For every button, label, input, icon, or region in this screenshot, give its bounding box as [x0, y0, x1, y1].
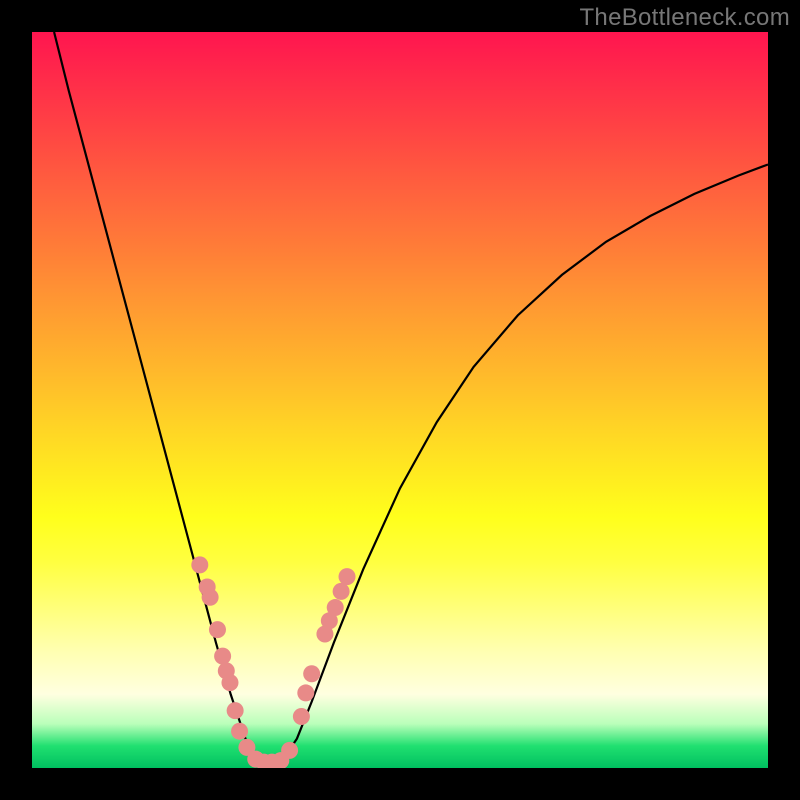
curve-left-path: [54, 32, 267, 767]
scatter-point: [281, 742, 298, 759]
scatter-dots: [191, 556, 355, 768]
chart-svg: [32, 32, 768, 768]
scatter-point: [333, 583, 350, 600]
scatter-point: [303, 665, 320, 682]
scatter-point: [202, 589, 219, 606]
chart-frame: TheBottleneck.com: [0, 0, 800, 800]
scatter-point: [191, 556, 208, 573]
scatter-point: [221, 674, 238, 691]
scatter-point: [227, 702, 244, 719]
plot-area: [32, 32, 768, 768]
scatter-point: [214, 648, 231, 665]
scatter-point: [297, 684, 314, 701]
curve-right-path: [268, 164, 768, 766]
scatter-point: [339, 568, 356, 585]
scatter-point: [293, 708, 310, 725]
scatter-point: [327, 599, 344, 616]
watermark-text: TheBottleneck.com: [579, 4, 790, 32]
scatter-point: [231, 723, 248, 740]
scatter-point: [209, 621, 226, 638]
